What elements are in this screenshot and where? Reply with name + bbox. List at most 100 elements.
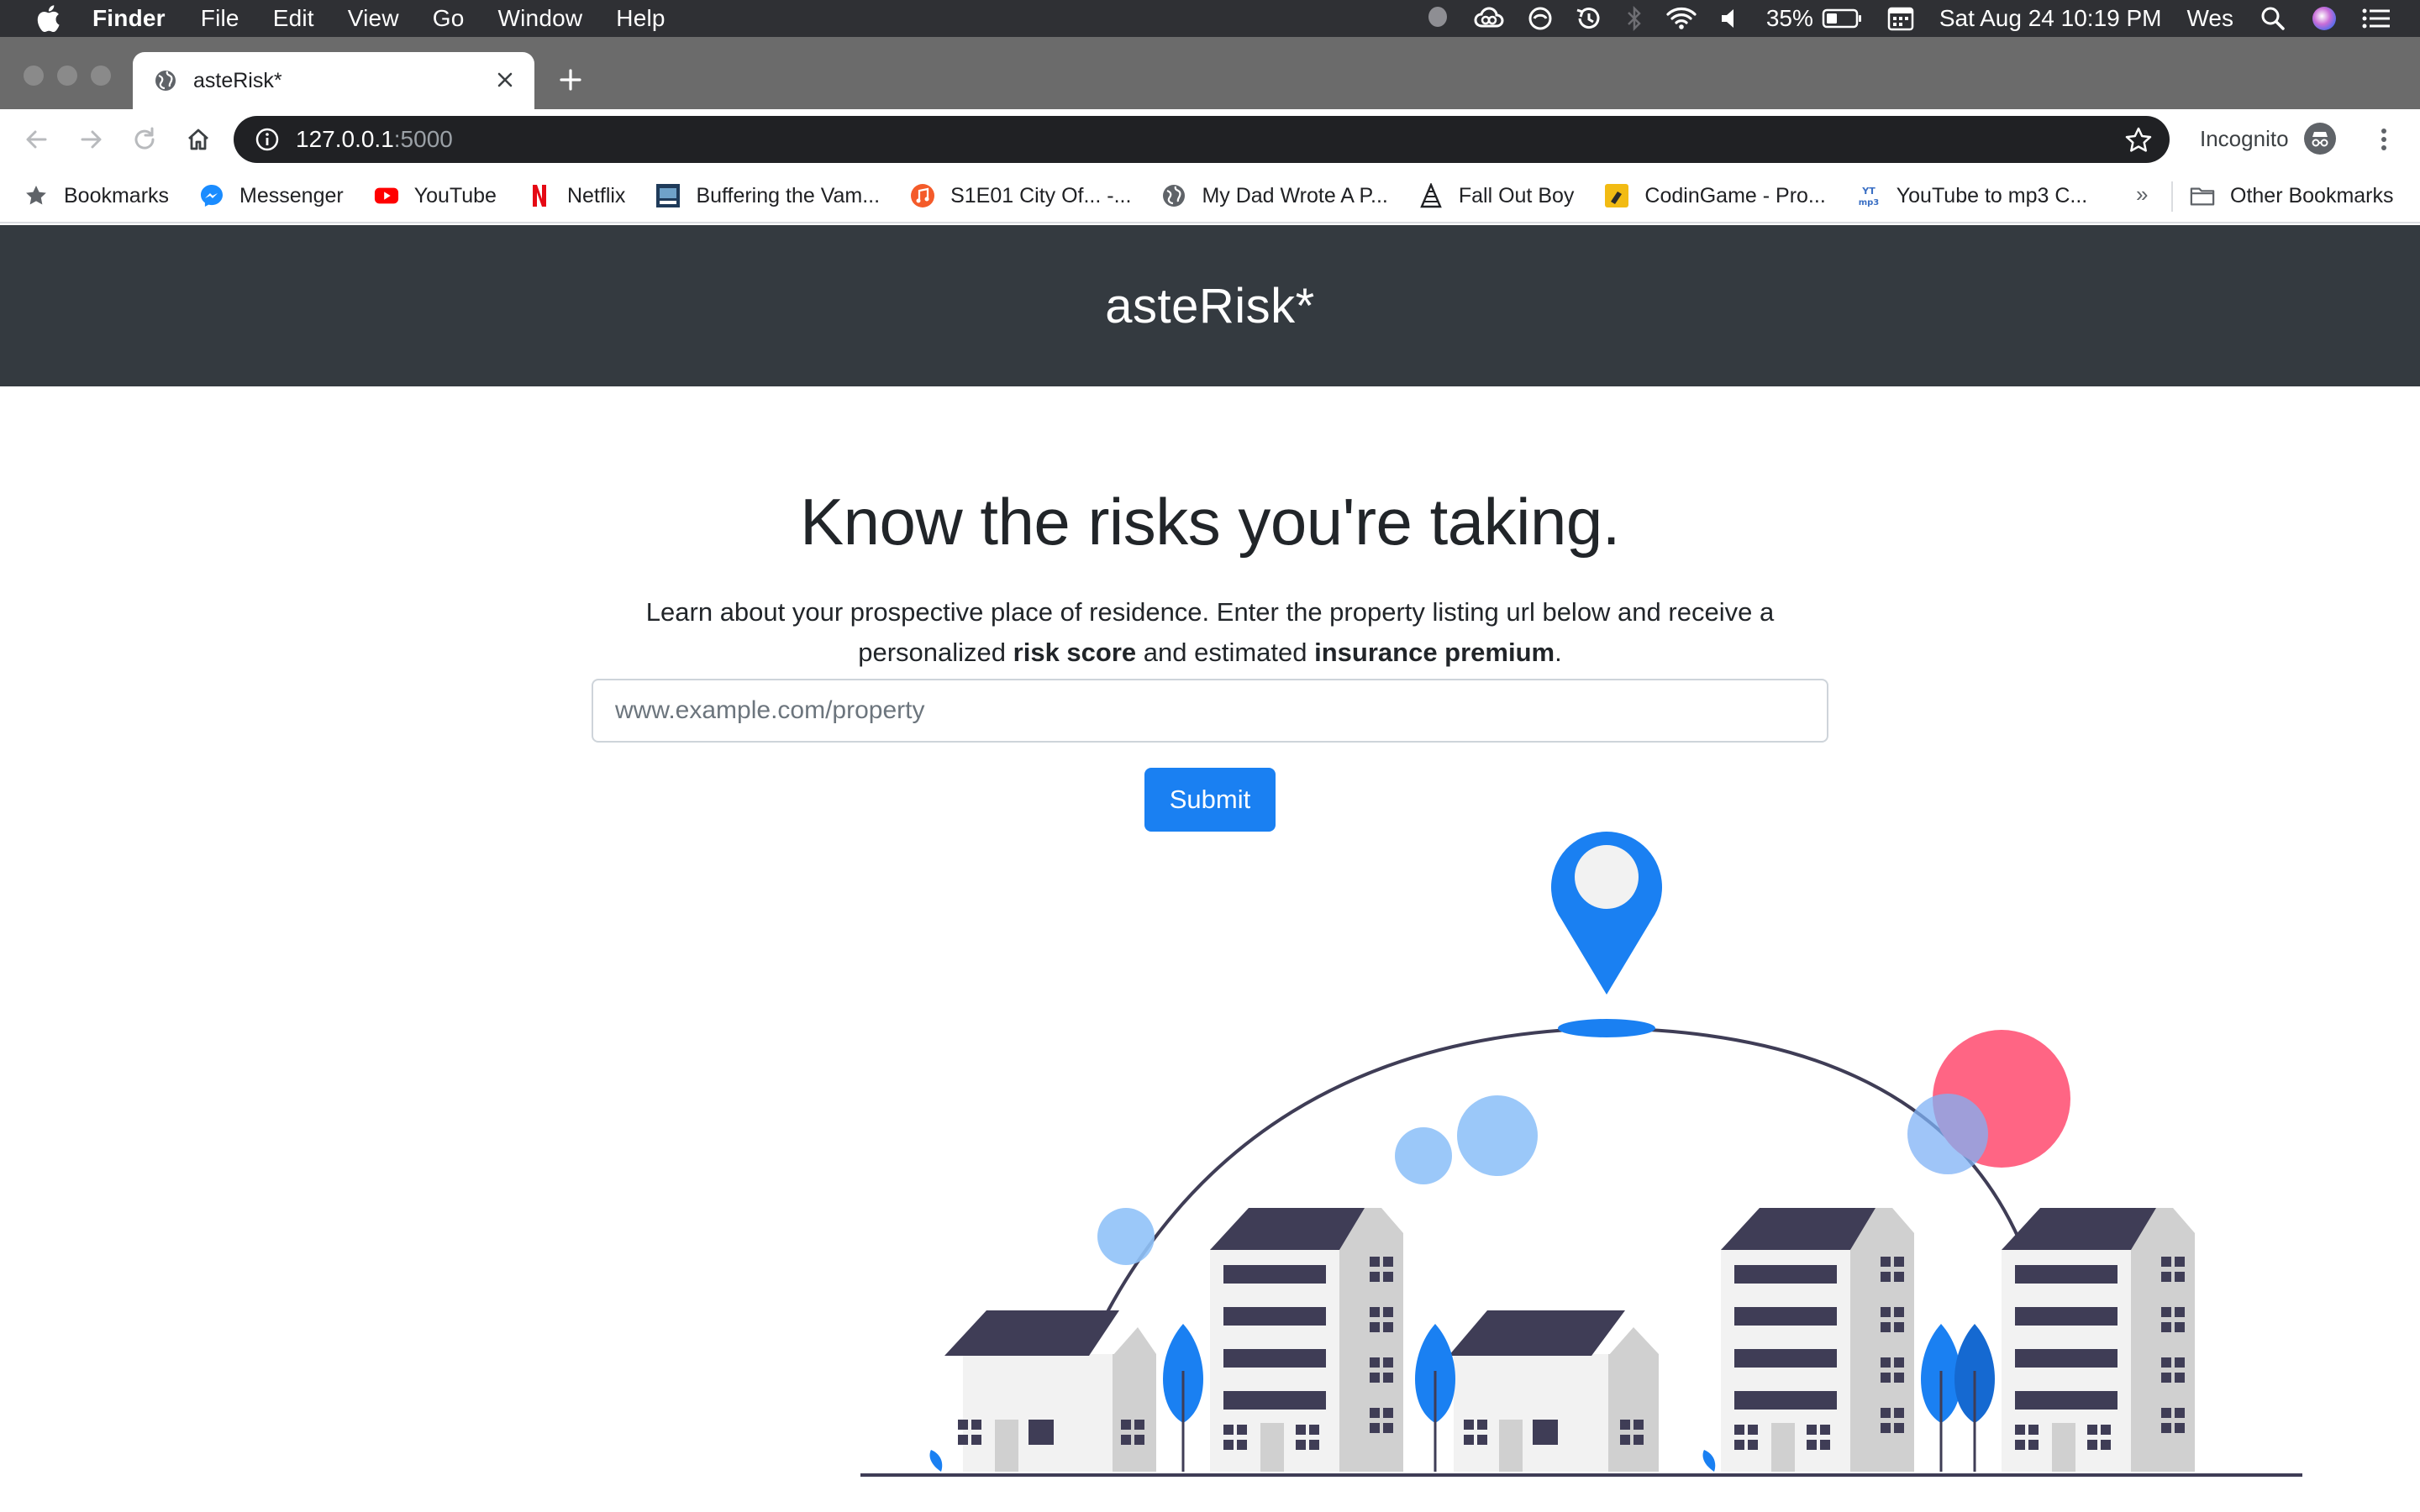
zoom-window-button[interactable] (91, 66, 111, 86)
balloon-icon[interactable] (1425, 6, 1450, 31)
bookmark-label: Messenger (239, 183, 344, 207)
tab-title: asteRisk* (193, 68, 282, 92)
lead-risk-score: risk score (1013, 638, 1137, 667)
time-machine-icon[interactable] (1575, 6, 1603, 31)
apple-icon[interactable] (32, 4, 64, 33)
house-small-middle (1449, 1310, 1659, 1472)
url-port: :5000 (393, 126, 453, 152)
bookmark-label: Bookmarks (64, 183, 170, 207)
siri-icon[interactable] (2311, 5, 2338, 32)
svg-text:mp3: mp3 (1858, 198, 1879, 207)
other-bookmarks[interactable]: Other Bookmarks (2190, 170, 2394, 222)
bookmark-label: Other Bookmarks (2230, 183, 2394, 207)
menubar-user[interactable]: Wes (2187, 5, 2234, 32)
tree-4 (1954, 1324, 1995, 1472)
spotlight-icon[interactable] (2260, 6, 2286, 31)
bookmark-fall-out-boy[interactable]: Fall Out Boy (1418, 183, 1575, 208)
podcast-icon (910, 183, 935, 208)
site-info-icon[interactable] (254, 126, 281, 153)
menu-file[interactable]: File (201, 5, 239, 32)
volume-icon[interactable] (1719, 6, 1741, 31)
globe-icon (153, 68, 178, 93)
bookmark-star-icon[interactable] (2124, 126, 2153, 155)
leaf (1702, 1450, 1716, 1472)
window-controls (24, 66, 124, 86)
browser-tab-strip: asteRisk* (0, 37, 2420, 109)
menu-finder[interactable]: Finder (92, 5, 166, 32)
incognito-label: Incognito (2200, 125, 2289, 151)
creative-cloud-icon[interactable] (1472, 6, 1506, 31)
page-title: Know the risks you're taking. (800, 485, 1620, 559)
incognito-indicator[interactable]: Incognito (2200, 123, 2336, 155)
new-tab-icon[interactable] (555, 64, 587, 96)
bookmark-podcast[interactable]: S1E01 City Of... -... (910, 183, 1131, 208)
notification-center-icon[interactable] (2361, 6, 2391, 31)
lead-text: . (1555, 638, 1562, 667)
bookmark-label: Buffering the Vam... (696, 183, 881, 207)
tree-1 (1163, 1324, 1203, 1472)
bookmark-label: S1E01 City Of... -... (950, 183, 1132, 207)
close-tab-icon[interactable] (492, 67, 518, 92)
tower-left (1210, 1208, 1403, 1472)
hero-section: Know the risks you're taking. Learn abou… (0, 386, 2420, 673)
menu-edit[interactable]: Edit (273, 5, 314, 32)
leaf (929, 1450, 943, 1472)
bookmarks-overflow-button[interactable]: » (2136, 181, 2148, 207)
macos-menu-bar: Finder File Edit View Go Window Help 35% (0, 0, 2420, 37)
tree-3 (1921, 1324, 1961, 1472)
folder-icon (2190, 183, 2215, 208)
menu-help[interactable]: Help (616, 5, 665, 32)
codingame-icon (1604, 183, 1629, 208)
incognito-icon (2303, 123, 2336, 155)
buffering-icon (655, 183, 681, 208)
lead-insurance-premium: insurance premium (1314, 638, 1555, 667)
wifi-icon[interactable] (1665, 6, 1697, 31)
menu-go[interactable]: Go (433, 5, 465, 32)
menu-view[interactable]: View (348, 5, 399, 32)
bluetooth-icon[interactable] (1625, 6, 1644, 31)
browser-tab-active[interactable]: asteRisk* (133, 52, 534, 109)
ytmp3-icon: YT mp3 (1856, 183, 1881, 208)
bookmarks-separator (2171, 181, 2173, 212)
bookmark-youtube[interactable]: YouTube (374, 183, 497, 208)
bookmark-youtube-mp3[interactable]: YT mp3 YouTube to mp3 C... (1856, 183, 2087, 208)
url-host: 127.0.0.1 (296, 126, 394, 152)
bookmark-netflix[interactable]: Netflix (527, 183, 625, 208)
reload-icon[interactable] (128, 123, 161, 156)
bookmark-label: YouTube to mp3 C... (1896, 183, 2088, 207)
bubble (1097, 1208, 1155, 1265)
bookmark-messenger[interactable]: Messenger (199, 183, 344, 208)
home-icon[interactable] (182, 123, 215, 156)
close-window-button[interactable] (24, 66, 44, 86)
bookmark-buffering[interactable]: Buffering the Vam... (655, 183, 880, 208)
battery-icon[interactable] (1822, 8, 1862, 29)
globe-icon (1161, 183, 1186, 208)
site-brand[interactable]: asteRisk* (1105, 278, 1314, 334)
lead-paragraph: Learn about your prospective place of re… (588, 592, 1832, 673)
battery-percent: 35% (1765, 5, 1813, 31)
star-icon (24, 183, 49, 208)
browser-menu-icon[interactable] (2371, 123, 2396, 156)
menubar-clock[interactable]: Sat Aug 24 10:19 PM (1939, 5, 2162, 32)
minimize-window-button[interactable] (57, 66, 77, 86)
bookmark-bookmarks[interactable]: Bookmarks (24, 183, 169, 208)
bookmark-label: My Dad Wrote A P... (1202, 183, 1388, 207)
bookmark-label: Fall Out Boy (1458, 183, 1575, 207)
bookmark-codingame[interactable]: CodinGame - Pro... (1604, 183, 1826, 208)
bubble (1907, 1094, 1988, 1174)
back-icon[interactable] (20, 123, 54, 156)
house-small-left (944, 1310, 1156, 1472)
forward-icon[interactable] (74, 123, 108, 156)
sync-icon[interactable] (1528, 6, 1553, 31)
menu-window[interactable]: Window (498, 5, 583, 32)
bookmark-my-dad-wrote[interactable]: My Dad Wrote A P... (1161, 183, 1388, 208)
tower-right-2 (2002, 1208, 2195, 1472)
lead-text: and estimated (1136, 638, 1315, 667)
calendar-icon[interactable] (1887, 6, 1914, 31)
browser-toolbar: 127.0.0.1:5000 Incognito (0, 109, 2420, 170)
property-url-input[interactable] (592, 679, 1828, 743)
youtube-icon (374, 183, 399, 208)
tower-right-1 (1721, 1208, 1914, 1472)
address-url[interactable]: 127.0.0.1:5000 (296, 126, 453, 153)
address-bar[interactable]: 127.0.0.1:5000 (234, 116, 2170, 163)
